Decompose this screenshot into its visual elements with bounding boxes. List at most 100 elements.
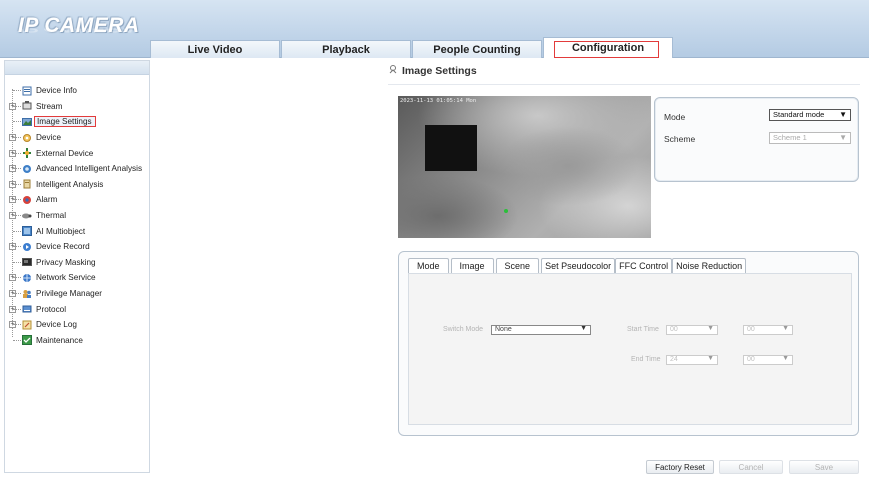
sidebar-item-label: AI Multiobject [36,226,86,236]
sidebar-item-stream[interactable]: + Stream [5,99,149,115]
sidebar-item-label: Image Settings [34,116,96,128]
end-minute-select[interactable]: 00 ▼ [743,355,793,365]
maintenance-icon [22,335,32,346]
sidebar-item-protocol[interactable]: + Protocol [5,301,149,317]
sidebar-item-label: Intelligent Analysis [36,179,104,189]
scheme-select[interactable]: Scheme 1 ▼ [769,132,851,144]
sidebar-item-label: Device Log [36,320,77,330]
sidebar-item-label: Privilege Manager [36,289,102,299]
sidebar-item-label: External Device [36,148,94,158]
video-osd-timestamp: 2023-11-13 01:05:14 Mon [400,98,477,104]
mode-label: Mode [664,112,686,122]
mode-select[interactable]: Standard mode ▼ [769,109,851,121]
tab-noise-reduction[interactable]: Noise Reduction [672,258,747,273]
network-service-icon [22,273,32,283]
start-hour-select[interactable]: 00 ▼ [666,325,718,335]
sidebar-item-alarm[interactable]: + Alarm [5,192,149,208]
tab-live-video[interactable]: Live Video [150,40,280,58]
tab-set-pseudocolor[interactable]: Set Pseudocolor [541,258,616,273]
video-status-dot [504,209,508,213]
sidebar-item-device-record[interactable]: + Device Record [5,239,149,255]
tab-ffc-control[interactable]: FFC Control [615,258,673,273]
app-logo-reflection: IP CAMERA [18,28,136,34]
tab-scene[interactable]: Scene [495,258,540,273]
sidebar-item-label: Device Record [36,242,90,252]
live-video-preview[interactable]: 2023-11-13 01:05:14 Mon [398,96,651,238]
chevron-down-icon: ▼ [782,355,789,362]
tab-configuration[interactable]: Configuration [543,37,673,58]
tab-mode[interactable]: Mode [408,258,449,273]
app-header: IP CAMERA IP CAMERA Live Video Playback … [0,0,869,58]
mode-tab-content: Switch Mode None ▼ Start Time 00 ▼ 00 ▼ … [408,273,852,425]
scheme-label: Scheme [664,134,696,144]
protocol-icon [22,304,32,314]
save-button[interactable]: Save [789,460,859,474]
sidebar-item-ai-multiobject[interactable]: AI Multiobject [5,223,149,239]
tab-label: Playback [322,43,370,56]
sidebar-item-label: Network Service [36,273,96,283]
chevron-down-icon: ▼ [839,133,847,142]
external-device-icon [22,148,32,159]
end-hour-value: 24 [670,356,678,363]
cancel-button[interactable]: Cancel [719,460,783,474]
tab-label: People Counting [433,43,521,56]
start-minute-value: 00 [747,326,755,333]
end-hour-select[interactable]: 24 ▼ [666,355,718,365]
mode-select-value: Standard mode [773,110,825,119]
thermal-icon [22,211,32,221]
start-minute-select[interactable]: 00 ▼ [743,325,793,335]
chevron-down-icon: ▼ [782,325,789,332]
privacy-mask-area [425,125,477,171]
sidebar-item-device-log[interactable]: + Device Log [5,317,149,333]
sidebar-item-privilege-manager[interactable]: + Privilege Manager [5,286,149,302]
sidebar-header [5,61,149,75]
tab-playback[interactable]: Playback [281,40,411,58]
app-logo: IP CAMERA [18,14,140,37]
factory-reset-button[interactable]: Factory Reset [646,460,714,474]
device-record-icon [22,242,32,252]
sidebar-item-network-service[interactable]: + Network Service [5,270,149,286]
sidebar-item-advanced-intelligent-analysis[interactable]: + Advanced Intelligent Analysis [5,161,149,177]
sidebar-item-label: Stream [36,101,63,111]
sidebar-item-maintenance[interactable]: Maintenance [5,333,149,349]
privilege-manager-icon [22,289,32,299]
chevron-down-icon: ▼ [580,325,587,332]
sidebar-item-label: Thermal [36,211,67,221]
sidebar-item-label: Maintenance [36,335,83,345]
image-settings-title-icon [388,64,398,77]
advanced-analysis-icon [22,164,32,174]
sidebar-item-label: Device [36,133,62,143]
device-log-icon [22,320,32,330]
tab-people-counting[interactable]: People Counting [412,40,542,58]
info-icon [22,86,32,96]
sidebar-item-privacy-masking[interactable]: Privacy Masking [5,255,149,271]
title-divider [388,84,860,85]
sidebar-item-thermal[interactable]: + Thermal [5,208,149,224]
config-tree: Device Info + Stream Image Settings + De… [5,75,149,348]
tab-label: FFC Control [619,261,669,271]
privacy-masking-icon [22,257,32,267]
end-minute-value: 00 [747,356,755,363]
sidebar-item-external-device[interactable]: + External Device [5,145,149,161]
mode-scheme-panel: Mode Standard mode ▼ Scheme Scheme 1 ▼ [654,97,859,182]
tab-label: Image [459,261,485,271]
switch-mode-value: None [495,326,512,333]
chevron-down-icon: ▼ [707,325,714,332]
main-nav-tabs: Live Video Playback People Counting Conf… [150,37,674,58]
sidebar-item-label: Alarm [36,195,58,205]
scheme-select-value: Scheme 1 [773,133,807,142]
chevron-down-icon: ▼ [707,355,714,362]
sidebar-item-image-settings[interactable]: Image Settings [5,114,149,130]
image-settings-panel: Mode Image Scene Set Pseudocolor FFC Con… [398,251,859,436]
ai-multiobject-icon [22,226,32,237]
page-title-text: Image Settings [402,64,477,77]
switch-mode-select[interactable]: None ▼ [491,325,591,335]
sidebar-item-label: Device Info [36,86,77,96]
sidebar-item-device-info[interactable]: Device Info [5,83,149,99]
tab-image[interactable]: Image [450,258,494,273]
tab-label: Scene [504,261,531,271]
intelligent-analysis-icon [22,179,32,189]
sidebar-item-label: Protocol [36,304,67,314]
sidebar-item-intelligent-analysis[interactable]: + Intelligent Analysis [5,177,149,193]
sidebar-item-device[interactable]: + Device [5,130,149,146]
